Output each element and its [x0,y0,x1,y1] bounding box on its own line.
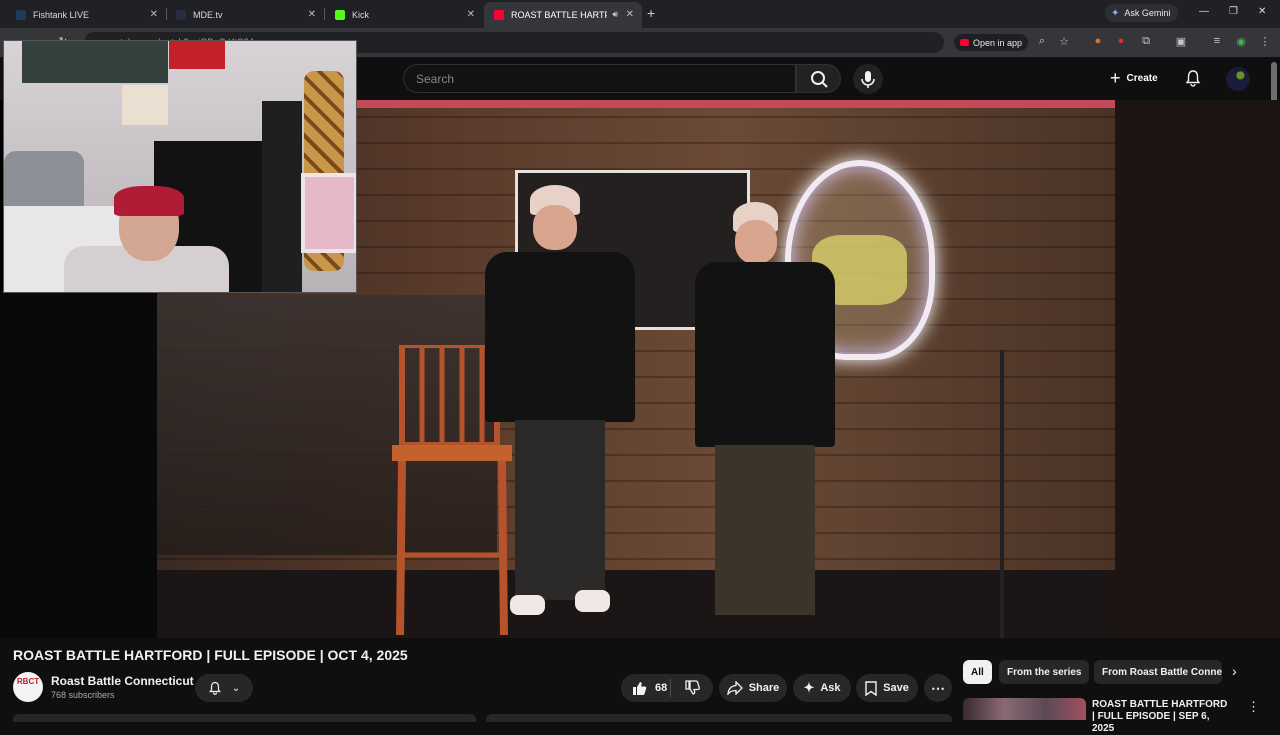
share-label: Share [748,682,780,694]
sparkle-icon: ✦ [803,680,815,695]
video-scene-comedian-right [695,200,840,630]
tab-fishtank[interactable]: Fishtank LIVE ✕ [6,2,166,28]
bookmark-icon [865,680,877,696]
chevron-right-icon[interactable]: › [1232,663,1237,679]
more-actions-button[interactable]: ⋯ [924,674,952,702]
ask-label: Ask [820,682,841,694]
chevron-down-icon: ⌄ [231,682,241,694]
channel-avatar[interactable]: RBCT [13,672,43,702]
browser-menu-icon[interactable]: ⋮ [1258,35,1272,48]
more-horizontal-icon: ⋯ [931,679,945,696]
notifications-bell-icon [208,681,221,695]
video-scene-right-shadow [1115,100,1280,638]
gemini-sparkle-icon: ✦ [1111,7,1120,19]
close-window-icon[interactable]: ✕ [1258,6,1266,17]
search-input[interactable]: Search [403,64,796,93]
tab-title: Fishtank LIVE [33,10,90,20]
like-button[interactable]: 68 [621,679,671,697]
description-card-right[interactable] [486,714,952,722]
youtube-logo-icon [960,39,969,46]
thumbs-down-icon [685,680,700,695]
tab-title: MDE.tv [193,10,223,20]
close-tab-icon[interactable]: ✕ [626,9,634,20]
more-vertical-icon[interactable]: ⋮ [1247,699,1260,715]
recommended-video-thumbnail[interactable] [963,698,1086,720]
open-in-app-label: Open in app [973,37,1023,48]
video-scene-floor [157,570,1115,638]
microphone-icon [861,71,875,88]
video-scene-comedian-left [485,180,635,630]
bookmark-star-icon[interactable]: ☆ [1057,35,1071,48]
mde-favicon-icon [176,10,186,20]
tab-roast-battle[interactable]: ROAST BATTLE HARTFORD 🔊︎ ✕ [484,2,642,28]
thumbs-up-icon [633,682,647,695]
video-scene-mic-stand [1000,350,1004,638]
webcam-streamer [64,181,229,292]
extension-red-icon[interactable]: ● [1114,35,1128,47]
extensions-puzzle-icon[interactable]: ⧉ [1139,35,1153,48]
share-button[interactable]: Share [719,674,787,702]
close-tab-icon[interactable]: ✕ [150,9,158,20]
search-icon [811,71,828,88]
create-button[interactable]: + Create [1104,65,1170,91]
youtube-favicon-icon [494,10,504,20]
ask-gemini-button[interactable]: ✦ Ask Gemini [1105,4,1179,22]
notifications-bell-icon[interactable] [1184,69,1202,87]
kick-favicon-icon [335,10,345,20]
like-count: 68 [655,682,668,694]
recommended-video-title[interactable]: ROAST BATTLE HARTFORD | FULL EPISODE | S… [1092,699,1232,735]
open-in-app-button[interactable]: Open in app [954,34,1029,51]
dislike-button[interactable] [671,680,713,696]
video-scene-neon-strip [357,100,1115,108]
description-card-left[interactable] [13,714,476,722]
new-tab-icon[interactable]: + [647,5,655,21]
restore-window-icon[interactable]: ❐ [1229,6,1238,17]
create-label: Create [1126,72,1158,84]
chip-from-channel[interactable]: From Roast Battle Connecticut [1094,660,1222,684]
tab-title: Kick [352,10,370,20]
minimize-icon[interactable]: — [1199,6,1209,17]
plus-icon: + [1110,67,1121,88]
like-dislike-group: 68 [621,674,713,702]
share-arrow-icon [726,681,743,695]
chip-from-the-series[interactable]: From the series [999,660,1090,684]
webcam-overlay [3,40,357,293]
fishtank-favicon-icon [16,10,26,20]
chip-all[interactable]: All [963,660,992,684]
subscribed-notifications-button[interactable]: ⌄ [195,674,253,702]
search-button[interactable] [796,64,841,93]
profile-avatar-icon[interactable]: ◉ [1234,35,1248,48]
account-avatar[interactable] [1226,67,1250,91]
ask-gemini-label: Ask Gemini [1124,8,1171,18]
subscriber-count: 768 subscribers [51,690,115,700]
tab-search-icon[interactable]: ▣ [1174,35,1188,48]
tab-kick[interactable]: Kick ✕ [325,2,483,28]
video-scene-left-shadow [0,290,157,638]
search-placeholder: Search [416,72,455,86]
close-tab-icon[interactable]: ✕ [308,9,316,20]
channel-avatar-text: RBCT [16,677,40,686]
close-tab-icon[interactable]: ✕ [467,9,475,20]
tab-mde[interactable]: MDE.tv ✕ [166,2,324,28]
browser-tab-bar: Fishtank LIVE ✕ MDE.tv ✕ Kick ✕ ROAST BA… [0,0,1280,28]
extension-brave-icon[interactable]: ● [1091,35,1105,47]
voice-search-button[interactable] [853,64,883,94]
save-label: Save [883,682,909,694]
zoom-icon[interactable]: ⌕ [1035,35,1049,48]
media-controls-icon[interactable]: ≡ [1210,35,1224,47]
tab-title: ROAST BATTLE HARTFORD [511,10,607,20]
channel-name[interactable]: Roast Battle Connecticut [51,674,194,688]
save-button[interactable]: Save [856,674,918,702]
audio-playing-icon[interactable]: 🔊︎ [612,9,618,20]
ask-button[interactable]: ✦ Ask [793,674,851,702]
video-title: ROAST BATTLE HARTFORD | FULL EPISODE | O… [13,647,408,663]
